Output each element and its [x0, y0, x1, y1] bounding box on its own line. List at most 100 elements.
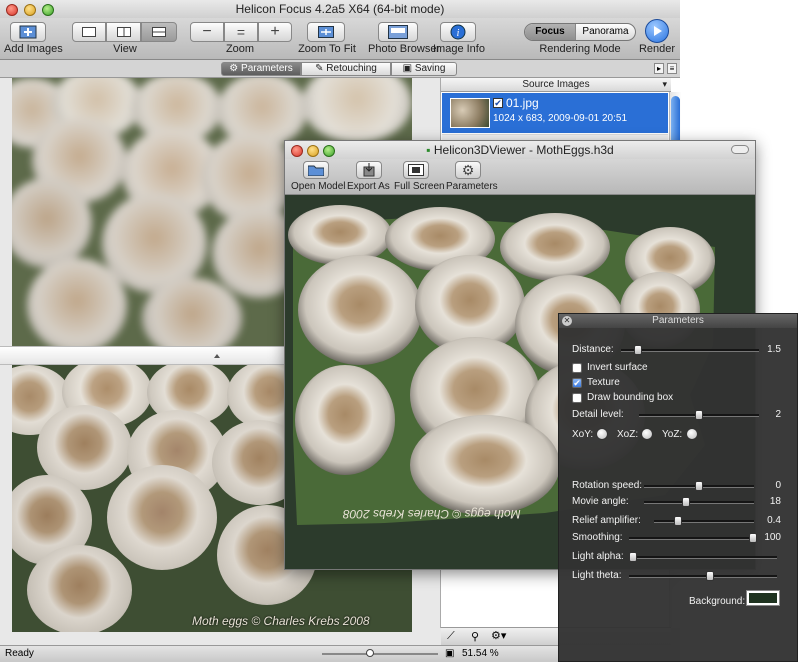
rotation-speed-value: 0 — [775, 480, 781, 491]
source-images-header: Source Images ▾ — [441, 78, 671, 92]
zoom-in-button[interactable]: + — [258, 22, 292, 42]
viewer-toolbar: Open Model Export As Full Screen ⚙ Param… — [285, 159, 755, 195]
file-name: 01.jpg — [506, 96, 539, 110]
gear-icon[interactable]: ⚙▾ — [491, 629, 506, 642]
include-checkbox[interactable]: ✔ — [493, 98, 503, 108]
rotation-speed-slider-thumb[interactable] — [695, 481, 703, 491]
light-theta-label: Light theta: — [572, 570, 622, 581]
status-text: Ready — [5, 648, 34, 659]
close-window-button[interactable] — [291, 145, 303, 157]
parameters-title: Parameters — [652, 315, 704, 326]
bounding-box-checkbox[interactable] — [572, 393, 582, 403]
parameters-label: Parameters — [446, 181, 498, 192]
relief-amplifier-slider-thumb[interactable] — [674, 516, 683, 526]
main-toolbar: Add Images View − = + Zoom Zoom To Fit P… — [0, 18, 680, 60]
plus-icon: + — [270, 23, 280, 40]
viewer-window-title: Helicon3DViewer - MothEggs.h3d — [433, 143, 614, 157]
view-single-icon — [82, 27, 96, 37]
texture-label: Texture — [587, 377, 620, 388]
screen-icon: ▣ — [445, 648, 455, 659]
render-label: Render — [638, 43, 676, 55]
photo-browser-button[interactable] — [378, 22, 418, 42]
list-item[interactable]: ✔ 01.jpg 1024 x 683, 2009-09-01 20:51 — [442, 93, 668, 133]
open-model-label: Open Model — [291, 181, 346, 192]
zoom-actual-button[interactable]: = — [224, 22, 258, 42]
invert-surface-checkbox[interactable] — [572, 363, 582, 373]
distance-label: Distance: — [572, 344, 614, 355]
full-screen-button[interactable] — [403, 161, 429, 179]
zoom-slider-thumb[interactable] — [366, 649, 374, 657]
rendering-mode-label: Rendering Mode — [539, 43, 621, 55]
render-button[interactable] — [645, 19, 669, 43]
xoz-rotation-knob[interactable] — [641, 428, 653, 440]
zoom-out-button[interactable]: − — [190, 22, 224, 42]
yoz-rotation-knob[interactable] — [686, 428, 698, 440]
brush-icon[interactable]: ⟋ — [447, 630, 455, 643]
view-split-button[interactable] — [106, 22, 141, 42]
distance-value: 1.5 — [767, 344, 781, 355]
zoom-window-button[interactable] — [323, 145, 335, 157]
image-info-label: Image Info — [433, 43, 485, 55]
light-theta-slider[interactable] — [629, 575, 777, 578]
movie-angle-slider[interactable] — [644, 501, 754, 504]
view-split-icon — [116, 27, 131, 37]
tab-retouching[interactable]: ✎ Retouching — [301, 62, 391, 76]
photo-browser-label: Photo Browser — [368, 43, 441, 55]
minimize-window-button[interactable] — [307, 145, 319, 157]
gear-icon: ⚙ — [461, 161, 475, 178]
texture-checkbox[interactable]: ✔ — [572, 378, 582, 388]
svg-text:i: i — [457, 28, 460, 39]
rotation-speed-label: Rotation speed: — [572, 480, 643, 491]
xoy-label: XoY: — [572, 429, 594, 440]
export-as-button[interactable] — [356, 161, 382, 179]
full-screen-label: Full Screen — [394, 181, 445, 192]
zoom-window-button[interactable] — [42, 4, 54, 16]
toolbar-toggle-button[interactable] — [731, 145, 749, 154]
image-info-button[interactable]: i — [440, 22, 476, 42]
status-bar: Ready ▣ 51.54 % — [0, 645, 560, 662]
detail-level-value: 2 — [775, 409, 781, 420]
equals-icon: = — [236, 24, 246, 40]
distance-slider-thumb[interactable] — [634, 345, 642, 355]
minimize-window-button[interactable] — [24, 4, 36, 16]
export-as-label: Export As — [347, 181, 390, 192]
panel-menu-icon[interactable]: ≡ — [667, 63, 677, 74]
background-color-well[interactable] — [746, 590, 780, 606]
tab-parameters[interactable]: ⚙ Parameters — [221, 62, 301, 76]
panel-toggle-icon[interactable]: ▸ — [654, 63, 664, 74]
add-images-button[interactable] — [10, 22, 46, 42]
chevron-down-icon[interactable]: ▾ — [662, 78, 667, 91]
source-images-title: Source Images — [522, 79, 590, 90]
photo-browser-icon — [388, 25, 408, 39]
view-stacked-button[interactable] — [141, 22, 177, 42]
close-window-button[interactable] — [6, 4, 18, 16]
zoom-slider[interactable] — [322, 653, 438, 655]
gear-icon: ⚙ — [229, 63, 242, 74]
zoom-to-fit-button[interactable] — [307, 22, 345, 42]
add-images-icon — [19, 25, 37, 39]
smoothing-slider[interactable] — [629, 537, 757, 540]
tab-parameters-label: Parameters — [241, 63, 293, 74]
parameters-button[interactable]: ⚙ — [455, 161, 481, 179]
close-icon[interactable]: ✕ — [562, 316, 572, 326]
stamp-icon[interactable]: ⚲ — [471, 630, 479, 643]
parameters-panel: ✕ Parameters Distance: 1.5 Invert surfac… — [558, 313, 798, 662]
smoothing-value: 100 — [764, 532, 781, 543]
light-alpha-slider[interactable] — [629, 556, 777, 559]
xoy-rotation-knob[interactable] — [596, 428, 608, 440]
detail-level-slider-thumb[interactable] — [695, 410, 703, 420]
view-single-button[interactable] — [72, 22, 106, 42]
detail-level-label: Detail level: — [572, 409, 624, 420]
mode-panorama-segment[interactable]: Panorama — [575, 24, 635, 40]
light-alpha-slider-thumb[interactable] — [629, 552, 637, 562]
tab-retouching-label: Retouching — [326, 63, 377, 74]
zoom-to-fit-label: Zoom To Fit — [298, 43, 356, 55]
open-model-button[interactable] — [303, 161, 329, 179]
relief-amplifier-slider[interactable] — [654, 520, 754, 523]
add-images-label: Add Images — [4, 43, 63, 55]
light-theta-slider-thumb[interactable] — [706, 571, 714, 581]
zoom-percent: 51.54 % — [462, 648, 499, 659]
movie-angle-slider-thumb[interactable] — [681, 497, 690, 507]
mode-focus-segment[interactable]: Focus — [525, 24, 575, 40]
tab-saving[interactable]: ▣ Saving — [391, 62, 457, 76]
